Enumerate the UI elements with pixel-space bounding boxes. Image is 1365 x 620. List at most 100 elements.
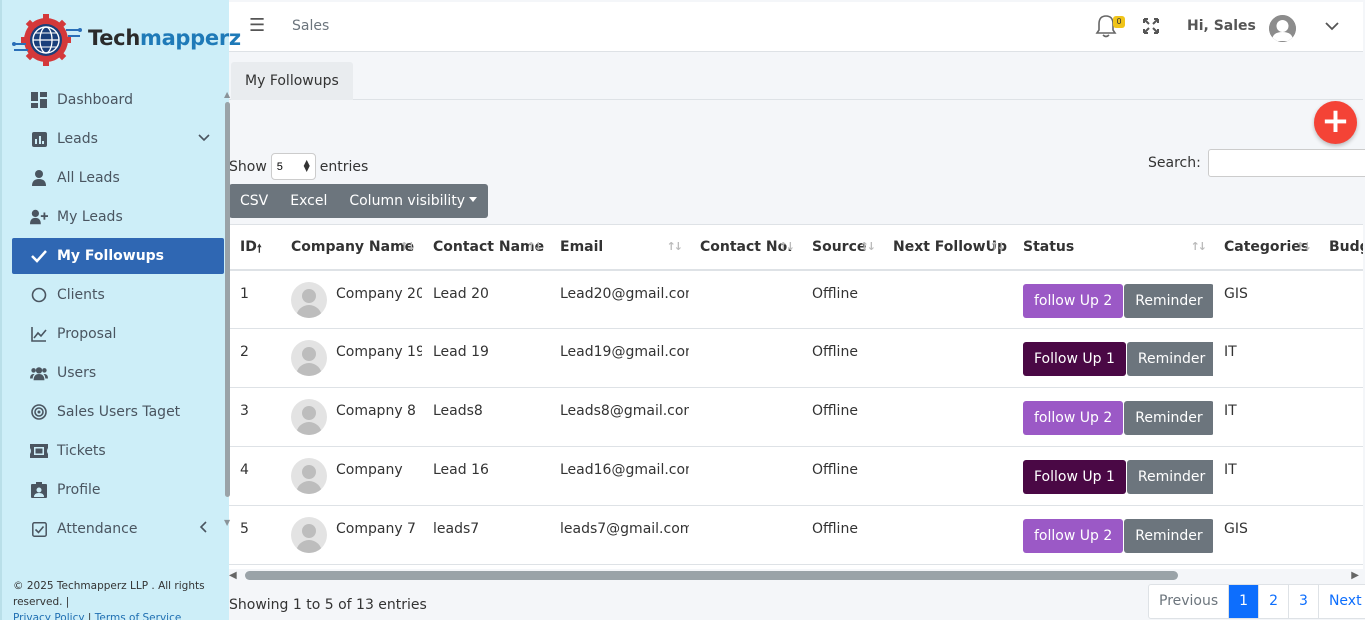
col-header-source[interactable]: Source ↑↓: [801, 224, 882, 271]
cell-id: 2: [229, 328, 280, 388]
users-icon: [30, 364, 48, 382]
col-header-status[interactable]: Status ↑↓: [1012, 224, 1213, 271]
cell-email: Lead16@gmail.com: [549, 446, 689, 506]
hamburger-menu-icon[interactable]: ☰: [249, 15, 265, 36]
cell-phone: [689, 446, 801, 506]
col-header-email[interactable]: Email ↑↓: [549, 224, 689, 271]
col-header-id[interactable]: ID 🠕: [229, 224, 280, 271]
status-button[interactable]: Follow Up 1: [1023, 342, 1126, 376]
table-row[interactable]: 4 Company Lead 16 Lead16@gmail.com Offline Fo…: [229, 446, 1363, 506]
breadcrumb[interactable]: Sales: [292, 18, 329, 34]
company-name[interactable]: Comapny 8: [336, 403, 416, 419]
reminder-button[interactable]: Reminder: [1124, 283, 1213, 318]
company-name[interactable]: Company: [336, 462, 403, 478]
cell-budget: [1318, 505, 1363, 565]
cell-next-followup: [882, 505, 1012, 565]
line-chart-icon: [30, 325, 48, 343]
sidebar-item-my-followups[interactable]: My Followups: [12, 238, 224, 274]
status-button[interactable]: Follow Up 1: [1023, 460, 1126, 494]
pagination-page-1[interactable]: 1: [1228, 585, 1259, 618]
privacy-policy-link[interactable]: Privacy Policy: [13, 612, 85, 620]
terms-of-service-link[interactable]: Terms of Service: [95, 612, 182, 620]
avatar[interactable]: [1269, 15, 1296, 42]
col-header-next-followup[interactable]: Next FollowUp ↑↓: [882, 224, 1012, 271]
reminder-button[interactable]: Reminder: [1124, 519, 1213, 553]
company-name[interactable]: Company 19: [336, 344, 422, 360]
sidebar-item-proposal[interactable]: Proposal: [12, 316, 224, 352]
col-header-contact-name[interactable]: Contact Name ↑↓: [422, 224, 549, 271]
sidebar-item-leads[interactable]: Leads: [12, 121, 224, 157]
chevron-down-icon[interactable]: [1324, 18, 1340, 34]
company-avatar-icon: [291, 458, 327, 494]
sidebar-scrollbar[interactable]: [225, 102, 230, 497]
add-button[interactable]: +: [1314, 101, 1357, 144]
fullscreen-icon[interactable]: [1143, 18, 1159, 34]
cell-budget: [1318, 387, 1363, 447]
brand-name-part-a: Tech: [88, 26, 140, 50]
user-greeting[interactable]: Hi, Sales: [1187, 18, 1256, 34]
pagination-page-2[interactable]: 2: [1258, 585, 1288, 618]
brand[interactable]: Techmapperz: [12, 14, 241, 66]
csv-button[interactable]: CSV: [229, 184, 279, 218]
sort-asc-icon: 🠕: [257, 242, 262, 255]
company-name[interactable]: Company 20: [336, 286, 422, 302]
sidebar-menu: Dashboard Leads All Leads My Leads My Fo…: [12, 82, 224, 550]
scroll-up-arrow-icon[interactable]: ▲: [224, 90, 230, 99]
tab-my-followups[interactable]: My Followups: [231, 62, 353, 100]
column-visibility-button[interactable]: Column visibility: [338, 184, 488, 218]
col-header-categories[interactable]: Categories ↑↓: [1213, 224, 1318, 271]
status-button[interactable]: follow Up 2: [1023, 283, 1124, 318]
chevron-down-icon[interactable]: [198, 131, 210, 147]
reminder-button[interactable]: Reminder: [1124, 401, 1213, 435]
sidebar-item-dashboard[interactable]: Dashboard: [12, 82, 224, 118]
scroll-right-arrow-icon[interactable]: ▶: [1351, 570, 1359, 581]
status-button[interactable]: follow Up 2: [1023, 401, 1124, 435]
sidebar-item-users[interactable]: Users: [12, 355, 224, 391]
company-avatar-icon: [291, 399, 327, 435]
col-header-label: Company Name: [291, 238, 415, 255]
cell-budget: [1318, 269, 1363, 329]
table-row[interactable]: 5 Company 7 leads7 leads7@gmail.com Offline f…: [229, 505, 1363, 565]
cell-company: Company 19: [280, 328, 422, 388]
sidebar-item-label: Attendance: [57, 521, 138, 537]
cell-next-followup: [882, 328, 1012, 388]
chevron-left-icon[interactable]: [198, 521, 210, 537]
sidebar-item-sales-users-target[interactable]: Sales Users Taget: [12, 394, 224, 430]
cell-id: 3: [229, 387, 280, 447]
table-row[interactable]: 2 Company 19 Lead 19 Lead19@gmail.com Offlin…: [229, 328, 1363, 388]
search-control: Search:: [1148, 149, 1365, 177]
sidebar-item-attendance[interactable]: Attendance: [12, 511, 224, 547]
export-button-group: CSV Excel Column visibility: [229, 184, 489, 218]
scroll-down-arrow-icon[interactable]: ▼: [224, 518, 230, 527]
reminder-button[interactable]: Reminder: [1126, 342, 1213, 376]
scroll-left-arrow-icon[interactable]: ◀: [229, 570, 237, 581]
copyright-text: © 2025 Techmapperz LLP . All rights rese…: [13, 580, 205, 608]
scrollbar-thumb[interactable]: [245, 571, 1178, 580]
pagination-previous[interactable]: Previous: [1149, 585, 1228, 618]
pagination-next[interactable]: Next: [1317, 585, 1365, 618]
table-row[interactable]: 1 Company 20 Lead 20 Lead20@gmail.com Offlin…: [229, 269, 1363, 329]
cell-contact: leads7: [422, 505, 549, 565]
sidebar-item-label: Profile: [57, 482, 101, 498]
pagination-page-3[interactable]: 3: [1288, 585, 1318, 618]
page-size-select[interactable]: 5: [270, 153, 316, 180]
table-row[interactable]: 3 Comapny 8 Leads8 Leads8@gmail.com Offline f…: [229, 387, 1363, 447]
col-header-contact-no[interactable]: Contact No. ↑↓: [689, 224, 801, 271]
col-header-budget[interactable]: Budg: [1318, 224, 1363, 271]
sidebar-item-profile[interactable]: Profile: [12, 472, 224, 508]
company-name[interactable]: Company 7: [336, 521, 416, 537]
horizontal-scrollbar[interactable]: ◀ ▶: [229, 569, 1363, 583]
col-header-company-name[interactable]: Company Name ↑↓: [280, 224, 422, 271]
excel-button[interactable]: Excel: [279, 184, 338, 218]
sidebar-item-tickets[interactable]: Tickets: [12, 433, 224, 469]
sidebar-item-my-leads[interactable]: My Leads: [12, 199, 224, 235]
search-input[interactable]: [1207, 149, 1365, 177]
cell-phone: [689, 505, 801, 565]
company-cell: Comapny 8: [291, 399, 422, 435]
status-button[interactable]: follow Up 2: [1023, 519, 1124, 553]
entries-label: entries: [319, 158, 369, 175]
reminder-button[interactable]: Reminder: [1126, 460, 1213, 494]
sidebar-item-all-leads[interactable]: All Leads: [12, 160, 224, 196]
cell-status: Follow Up 1 Reminder: [1012, 446, 1213, 506]
sidebar-item-clients[interactable]: Clients: [12, 277, 224, 313]
